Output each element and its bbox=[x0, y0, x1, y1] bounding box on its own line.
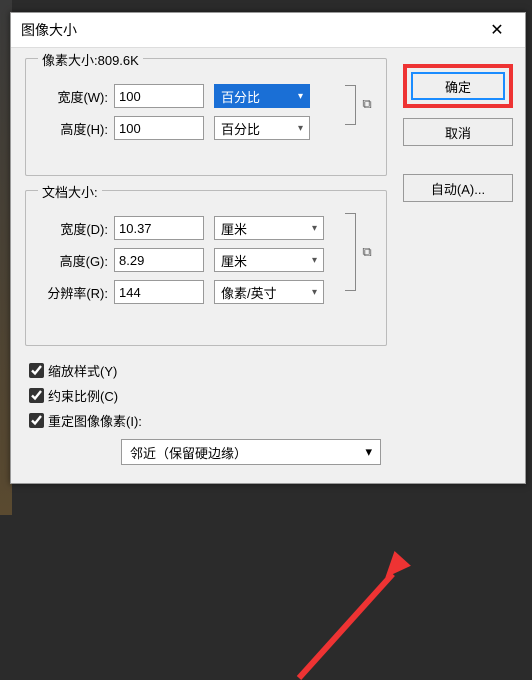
resample-method-select[interactable]: 邻近（保留硬边缘） ▾ bbox=[121, 439, 381, 465]
pixel-width-unit-label: 百分比 bbox=[221, 87, 260, 106]
ok-button-highlight: 确定 bbox=[403, 64, 513, 108]
pixel-height-unit-label: 百分比 bbox=[221, 119, 260, 138]
close-icon[interactable]: ✕ bbox=[477, 16, 517, 44]
resample-image-checkbox[interactable] bbox=[29, 413, 44, 428]
document-size-group: 文档大小: 宽度(D): 厘米 ▾ 高度(G): 厘米 ▾ 分辨率(R): bbox=[25, 190, 387, 346]
pixel-width-input[interactable] bbox=[114, 84, 204, 108]
doc-height-unit-select[interactable]: 厘米 ▾ bbox=[214, 248, 324, 272]
pixel-legend: 像素大小:809.6K bbox=[38, 50, 143, 69]
auto-button[interactable]: 自动(A)... bbox=[403, 174, 513, 202]
ok-button[interactable]: 确定 bbox=[411, 72, 505, 100]
chevron-down-icon: ▾ bbox=[312, 287, 317, 298]
ok-button-label: 确定 bbox=[445, 77, 471, 96]
pixel-dimensions-group: 像素大小:809.6K 宽度(W): 百分比 ▾ 高度(H): 百分比 ▾ ⧉ bbox=[25, 58, 387, 176]
link-bracket bbox=[345, 213, 356, 291]
doc-width-label: 宽度(D): bbox=[36, 219, 114, 238]
dialog-title: 图像大小 bbox=[21, 20, 77, 40]
resample-image-label: 重定图像像素(I): bbox=[48, 411, 142, 430]
resample-method-label: 邻近（保留硬边缘） bbox=[130, 443, 247, 462]
options-checks: 缩放样式(Y) 约束比例(C) 重定图像像素(I): bbox=[25, 360, 515, 431]
pixel-height-unit-select[interactable]: 百分比 ▾ bbox=[214, 116, 310, 140]
constrain-link-icon[interactable]: ⧉ bbox=[358, 95, 376, 113]
scale-styles-label: 缩放样式(Y) bbox=[48, 361, 117, 380]
doc-height-unit-label: 厘米 bbox=[221, 251, 247, 270]
chevron-down-icon: ▾ bbox=[298, 123, 303, 134]
constrain-proportions-checkbox[interactable] bbox=[29, 388, 44, 403]
pixel-height-label: 高度(H): bbox=[36, 119, 114, 138]
resolution-label: 分辨率(R): bbox=[36, 283, 114, 302]
image-size-dialog: 图像大小 ✕ 确定 取消 自动(A)... 像素大小:809.6K 宽度(W): bbox=[10, 12, 526, 484]
doc-width-unit-label: 厘米 bbox=[221, 219, 247, 238]
pixel-height-input[interactable] bbox=[114, 116, 204, 140]
cancel-button[interactable]: 取消 bbox=[403, 118, 513, 146]
doc-legend: 文档大小: bbox=[38, 182, 102, 201]
chevron-down-icon: ▾ bbox=[312, 255, 317, 266]
pixel-width-label: 宽度(W): bbox=[36, 87, 114, 106]
constrain-link-icon[interactable]: ⧉ bbox=[358, 243, 376, 261]
cancel-button-label: 取消 bbox=[445, 123, 471, 142]
chevron-down-icon: ▾ bbox=[312, 223, 317, 234]
resolution-unit-select[interactable]: 像素/英寸 ▾ bbox=[214, 280, 324, 304]
resolution-unit-label: 像素/英寸 bbox=[221, 283, 277, 302]
scale-styles-checkbox[interactable] bbox=[29, 363, 44, 378]
chevron-down-icon: ▾ bbox=[298, 91, 303, 102]
constrain-proportions-label: 约束比例(C) bbox=[48, 386, 118, 405]
titlebar: 图像大小 ✕ bbox=[11, 13, 525, 48]
doc-width-unit-select[interactable]: 厘米 ▾ bbox=[214, 216, 324, 240]
chevron-down-icon: ▾ bbox=[365, 444, 372, 460]
doc-width-input[interactable] bbox=[114, 216, 204, 240]
link-bracket bbox=[345, 85, 356, 125]
resolution-input[interactable] bbox=[114, 280, 204, 304]
pixel-width-unit-select[interactable]: 百分比 ▾ bbox=[214, 84, 310, 108]
doc-height-input[interactable] bbox=[114, 248, 204, 272]
auto-button-label: 自动(A)... bbox=[431, 179, 485, 198]
doc-height-label: 高度(G): bbox=[36, 251, 114, 270]
